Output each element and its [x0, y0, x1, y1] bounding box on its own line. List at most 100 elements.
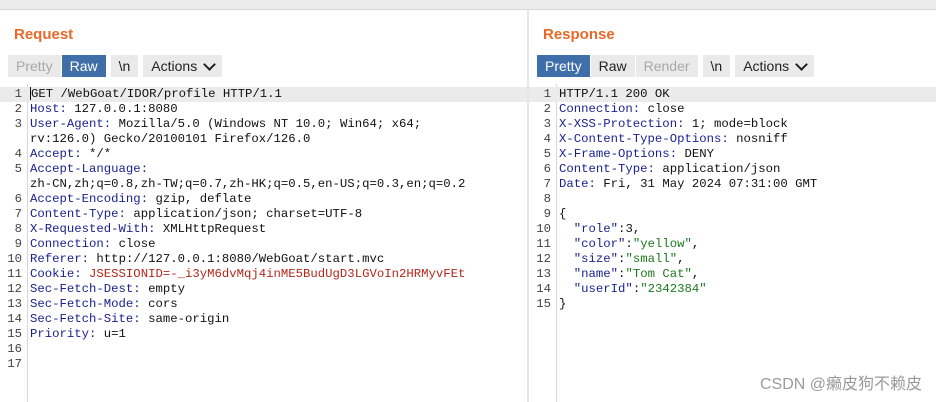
- response-actions-label: Actions: [743, 58, 790, 74]
- request-line: 4 Accept: */*: [0, 147, 527, 162]
- line-text: Referer: http://127.0.0.1:8080/WebGoat/s…: [30, 252, 384, 267]
- json-key: "userId": [573, 282, 633, 296]
- line-number: 1: [14, 87, 22, 101]
- line-number: 2: [14, 102, 22, 116]
- line-number: 16: [7, 342, 22, 356]
- header-name: X-Requested-With:: [30, 222, 156, 236]
- request-line: 13 Sec-Fetch-Mode: cors: [0, 297, 527, 312]
- header-value: application/json; charset=UTF-8: [125, 207, 363, 221]
- line-number: 9: [14, 237, 22, 251]
- header-value: Mozilla/5.0 (Windows NT 10.0; Win64; x64…: [111, 117, 422, 131]
- request-tab-raw[interactable]: Raw: [61, 55, 107, 77]
- request-editor[interactable]: 1 GET /WebGoat/IDOR/profile HTTP/1.1 2 Host…: [0, 84, 527, 402]
- json-comma: ,: [632, 222, 641, 236]
- header-value: empty: [140, 282, 185, 296]
- header-name: Host:: [30, 102, 67, 116]
- response-tab-raw[interactable]: Raw: [590, 55, 636, 77]
- header-name: Content-Type:: [559, 162, 655, 176]
- request-actions-button[interactable]: Actions: [143, 55, 224, 77]
- request-line: 15 Priority: u=1: [0, 327, 527, 342]
- line-text: "role":3,: [559, 222, 640, 237]
- line-number: 13: [536, 267, 551, 281]
- json-key: "name": [573, 267, 619, 281]
- line-text: Accept: */*: [30, 147, 111, 162]
- line-number: 13: [7, 297, 22, 311]
- header-name: Accept-Encoding:: [30, 192, 149, 206]
- response-line: 10 "role":3,: [529, 222, 936, 237]
- line-text: X-XSS-Protection: 1; mode=block: [559, 117, 788, 132]
- line-text: HTTP/1.1 200 OK: [559, 87, 670, 102]
- request-tab-pretty[interactable]: Pretty: [8, 55, 62, 77]
- header-name: Accept-Language:: [30, 162, 149, 176]
- request-title: Request: [14, 26, 74, 43]
- request-actions-label: Actions: [151, 58, 198, 74]
- json-key: "role": [573, 222, 619, 236]
- header-name: Content-Type:: [30, 207, 126, 221]
- header-value: close: [111, 237, 156, 251]
- response-line: 12 "size":"small",: [529, 252, 936, 267]
- response-newline-toggle[interactable]: \n: [702, 55, 732, 77]
- header-value: 1; mode=block: [684, 117, 788, 131]
- header-name: Sec-Fetch-Site:: [30, 312, 141, 326]
- line-number: 14: [7, 312, 22, 326]
- line-text: GET /WebGoat/IDOR/profile HTTP/1.1: [30, 87, 282, 102]
- line-number: 11: [536, 237, 551, 251]
- response-line: 11 "color":"yellow",: [529, 237, 936, 252]
- line-text: Priority: u=1: [30, 327, 126, 342]
- line-number: 15: [536, 297, 551, 311]
- line-number: 7: [543, 177, 551, 191]
- line-text: Sec-Fetch-Dest: empty: [30, 282, 185, 297]
- json-comma: ,: [677, 252, 685, 266]
- chevron-down-icon: [795, 57, 808, 71]
- line-number: 4: [543, 132, 551, 146]
- header-value: http://127.0.0.1:8080/WebGoat/start.mvc: [89, 252, 385, 266]
- request-line: zh-CN,zh;q=0.8,zh-TW;q=0.7,zh-HK;q=0.5,e…: [0, 177, 527, 192]
- response-tab-pretty[interactable]: Pretty: [537, 55, 591, 77]
- line-number: 7: [14, 207, 22, 221]
- request-newline-toggle[interactable]: \n: [110, 55, 140, 77]
- response-line: 6 Content-Type: application/json: [529, 162, 936, 177]
- line-number: 3: [14, 117, 22, 131]
- line-number: 6: [543, 162, 551, 176]
- line-text: Accept-Language:: [30, 162, 148, 177]
- line-text: Connection: close: [559, 102, 684, 117]
- response-line: 5 X-Frame-Options: DENY: [529, 147, 936, 162]
- header-name: Referer:: [30, 252, 90, 266]
- response-line: 3 X-XSS-Protection: 1; mode=block: [529, 117, 936, 132]
- line-text: Content-Type: application/json; charset=…: [30, 207, 362, 222]
- request-line: 8 X-Requested-With: XMLHttpRequest: [0, 222, 527, 237]
- request-line: 17: [0, 357, 527, 372]
- line-text: "userId":"2342384": [559, 282, 707, 297]
- line-content: {: [559, 207, 567, 221]
- line-number: 11: [7, 267, 22, 281]
- header-value: 127.0.0.1:8080: [66, 102, 178, 116]
- header-name: Date:: [559, 177, 596, 191]
- request-line: 10 Referer: http://127.0.0.1:8080/WebGoat…: [0, 252, 527, 267]
- response-editor[interactable]: 1 HTTP/1.1 200 OK 2 Connection: close 3 X-XSS…: [529, 84, 936, 402]
- json-string: "2342384": [640, 282, 707, 296]
- header-value: DENY: [677, 147, 714, 161]
- header-value: */*: [81, 147, 112, 161]
- header-value: Fri, 31 May 2024 07:31:00 GMT: [595, 177, 818, 191]
- line-text: Content-Type: application/json: [559, 162, 780, 177]
- line-number: 17: [7, 357, 22, 371]
- request-line: 1 GET /WebGoat/IDOR/profile HTTP/1.1: [0, 87, 527, 102]
- json-string: "yellow": [632, 237, 692, 251]
- line-number: 9: [543, 207, 551, 221]
- window-top-bar: [0, 0, 936, 10]
- response-actions-button[interactable]: Actions: [735, 55, 816, 77]
- response-pane: Response Pretty Raw Render \n Actions 1H…: [529, 10, 936, 402]
- line-text: X-Frame-Options: DENY: [559, 147, 714, 162]
- header-name: Priority:: [30, 327, 97, 341]
- response-tab-render[interactable]: Render: [635, 55, 699, 77]
- line-number: 12: [7, 282, 22, 296]
- request-line: 12 Sec-Fetch-Dest: empty: [0, 282, 527, 297]
- chevron-down-icon: [203, 57, 217, 71]
- line-text: Date: Fri, 31 May 2024 07:31:00 GMT: [559, 177, 817, 192]
- header-name: Accept:: [30, 147, 82, 161]
- header-name: X-Content-Type-Options:: [559, 132, 729, 146]
- header-name: X-XSS-Protection:: [559, 117, 685, 131]
- response-line: 7 Date: Fri, 31 May 2024 07:31:00 GMT: [529, 177, 936, 192]
- line-number: 2: [543, 102, 551, 116]
- request-line: 7 Content-Type: application/json; charset…: [0, 207, 527, 222]
